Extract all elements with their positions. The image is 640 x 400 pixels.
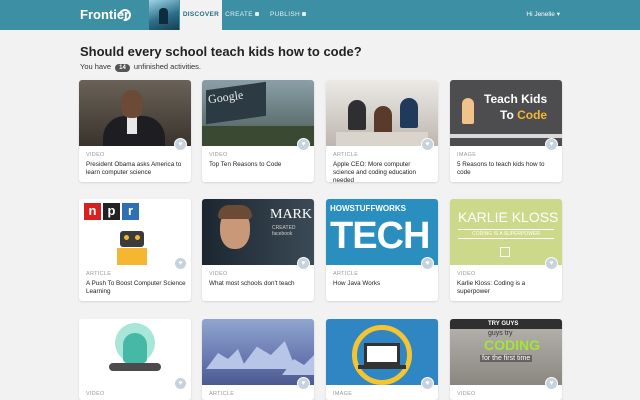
card-type: VIDEO — [209, 152, 228, 158]
favorite-button[interactable]: ♥ — [421, 257, 434, 270]
favorite-button[interactable]: ♥ — [297, 257, 310, 270]
card-thumbnail: Teach Kids To Code — [450, 80, 562, 146]
favorite-button[interactable]: ♥ — [297, 138, 310, 151]
chevron-down-icon: ▾ — [556, 11, 560, 18]
favorite-button[interactable]: ♥ — [174, 377, 187, 390]
card-thumbnail — [326, 80, 438, 146]
heart-icon: ♥ — [178, 141, 183, 148]
favorite-button[interactable]: ♥ — [174, 257, 187, 270]
card-title: President Obama asks America to learn co… — [86, 161, 182, 176]
activity-card[interactable]: Google VIDEO Top Ten Reasons to Code ♥ — [202, 80, 314, 182]
card-type: IMAGE — [457, 152, 477, 158]
tab-discover[interactable]: DISCOVER — [180, 0, 222, 30]
card-type: ARTICLE — [333, 271, 359, 277]
heart-icon: ♥ — [425, 141, 430, 148]
card-title: What most schools don't teach — [209, 280, 295, 287]
card-type: VIDEO — [86, 391, 105, 397]
topic-thumbnail — [149, 0, 179, 30]
lock-icon — [301, 12, 306, 16]
card-title: Karlie Kloss: Coding is a superpower — [457, 280, 526, 295]
card-type: VIDEO — [86, 152, 105, 158]
favorite-button[interactable]: ♥ — [174, 138, 187, 151]
activity-card[interactable]: VIDEO ♥ — [79, 319, 191, 400]
card-title: 5 Reasons to teach kids how to code — [457, 161, 545, 176]
card-type: VIDEO — [457, 271, 476, 277]
card-title: Apple CEO: More computer science and cod… — [333, 161, 416, 182]
lock-icon — [254, 12, 259, 16]
card-thumbnail: TRY GUYS guys try CODING for the first t… — [450, 319, 562, 385]
card-thumbnail: KARLIE KLOSS CODING IS A SUPERPOWER — [450, 199, 562, 265]
heart-icon: ♥ — [301, 141, 306, 148]
activity-card[interactable]: MARK CREATED facebook VIDEO What most sc… — [202, 199, 314, 301]
card-type: ARTICLE — [86, 271, 112, 277]
card-thumbnail — [79, 319, 191, 385]
activity-card[interactable]: HOWSTUFFWORKS TECH ARTICLE How Java Work… — [326, 199, 438, 301]
heart-icon: ♥ — [301, 260, 306, 267]
top-navbar: Frontier DISCOVER CREATE PUBLISH Hi Jene… — [0, 0, 640, 30]
card-thumbnail — [326, 319, 438, 385]
activity-card[interactable]: ARTICLE ♥ — [202, 319, 314, 400]
favorite-button[interactable]: ♥ — [421, 138, 434, 151]
card-type: ARTICLE — [209, 391, 235, 397]
card-thumbnail: MARK CREATED facebook — [202, 199, 314, 265]
activity-card[interactable]: TRY GUYS guys try CODING for the first t… — [450, 319, 562, 400]
card-type: ARTICLE — [333, 152, 359, 158]
user-menu[interactable]: Hi Jenelle ▾ — [526, 0, 560, 30]
heart-icon: ♥ — [425, 380, 430, 387]
favorite-button[interactable]: ♥ — [545, 377, 558, 390]
activity-card[interactable]: ARTICLE Apple CEO: More computer science… — [326, 80, 438, 182]
activity-card[interactable]: Teach Kids To Code IMAGE 5 Reasons to te… — [450, 80, 562, 182]
card-type: VIDEO — [209, 271, 228, 277]
card-title: Top Ten Reasons to Code — [209, 161, 282, 168]
heart-icon: ♥ — [425, 260, 430, 267]
activity-card[interactable]: IMAGE ♥ — [326, 319, 438, 400]
card-thumbnail — [202, 319, 314, 385]
favorite-button[interactable]: ♥ — [545, 257, 558, 270]
card-type: IMAGE — [333, 391, 353, 397]
heart-icon: ♥ — [549, 141, 554, 148]
tab-publish[interactable]: PUBLISH — [268, 0, 308, 30]
card-title: How Java Works — [333, 280, 381, 287]
favorite-button[interactable]: ♥ — [545, 138, 558, 151]
favorite-button[interactable]: ♥ — [421, 377, 434, 390]
activity-card[interactable]: n p r ARTICLE A Push To Boost Computer S… — [79, 199, 191, 301]
activity-card[interactable]: VIDEO President Obama asks America to le… — [79, 80, 191, 182]
favorite-button[interactable]: ♥ — [297, 377, 310, 390]
card-thumbnail: n p r — [79, 199, 191, 265]
heart-icon: ♥ — [178, 380, 183, 387]
card-title: A Push To Boost Computer Science Learnin… — [86, 280, 186, 295]
card-type: VIDEO — [457, 391, 476, 397]
page-title: Should every school teach kids how to co… — [80, 44, 362, 59]
heart-icon: ♥ — [301, 380, 306, 387]
unfinished-summary: You have 14 unfinished activities. — [80, 62, 202, 72]
unfinished-count-badge: 14 — [115, 64, 130, 72]
activity-card[interactable]: KARLIE KLOSS CODING IS A SUPERPOWER VIDE… — [450, 199, 562, 301]
heart-icon: ♥ — [549, 380, 554, 387]
card-thumbnail: Google — [202, 80, 314, 146]
heart-icon: ♥ — [178, 260, 183, 267]
card-thumbnail — [79, 80, 191, 146]
tab-create[interactable]: CREATE — [225, 0, 259, 30]
heart-icon: ♥ — [549, 260, 554, 267]
card-thumbnail: HOWSTUFFWORKS TECH — [326, 199, 438, 265]
